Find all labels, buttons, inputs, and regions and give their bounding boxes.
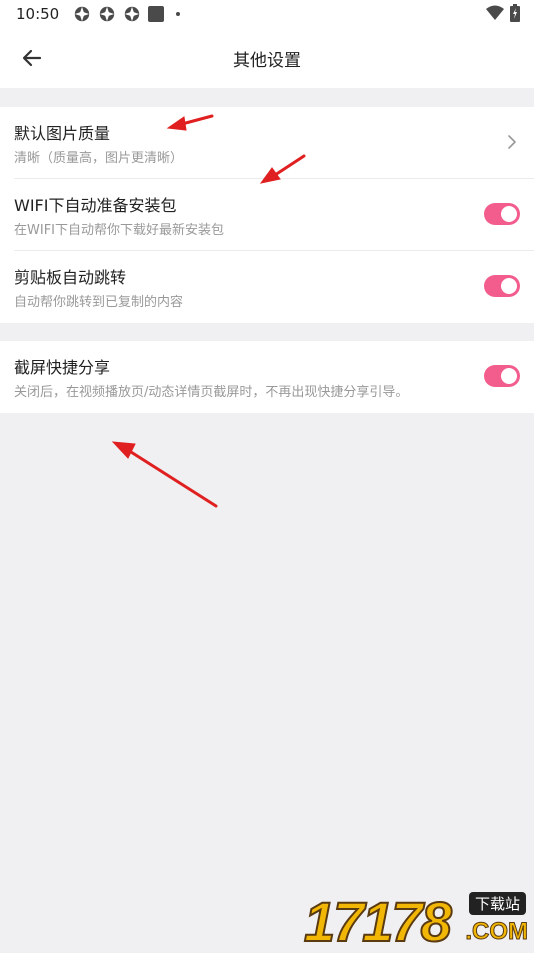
- setting-wifi-auto-download[interactable]: WIFI下自动准备安装包 在WIFI下自动帮你下载好最新安装包: [0, 179, 534, 251]
- setting-clipboard-jump[interactable]: 剪贴板自动跳转 自动帮你跳转到已复制的内容: [0, 251, 534, 323]
- setting-image-quality[interactable]: 默认图片质量 清晰（质量高，图片更清晰）: [0, 107, 534, 179]
- annotation-arrow-3-line: [129, 450, 218, 508]
- setting-subtitle: 在WIFI下自动帮你下载好最新安装包: [14, 223, 224, 238]
- wifi-icon: [486, 5, 504, 20]
- status-time: 10:50: [16, 5, 60, 23]
- watermark-digits: 17178: [303, 890, 453, 953]
- toggle-knob: [501, 368, 517, 384]
- app-notification-icon: [100, 6, 115, 22]
- toggle-knob: [501, 206, 517, 222]
- dot-icon: [176, 12, 181, 16]
- setting-title: 截屏快捷分享: [14, 358, 111, 377]
- setting-title: 默认图片质量: [14, 124, 111, 143]
- toggle-switch[interactable]: [484, 275, 520, 297]
- square-app-icon: [148, 6, 165, 22]
- settings-group-general: 默认图片质量 清晰（质量高，图片更清晰） WIFI下自动准备安装包 在WIFI下…: [0, 107, 534, 323]
- setting-title: 剪贴板自动跳转: [14, 268, 127, 287]
- setting-subtitle: 清晰（质量高，图片更清晰）: [14, 151, 184, 166]
- toggle-knob: [501, 278, 517, 294]
- battery-charging-icon: [510, 4, 520, 22]
- settings-group-screenshot: 截屏快捷分享 关闭后，在视频播放页/动态详情页截屏时，不再出现快捷分享引导。: [0, 341, 534, 413]
- toggle-switch[interactable]: [484, 203, 520, 225]
- setting-screenshot-share[interactable]: 截屏快捷分享 关闭后，在视频播放页/动态详情页截屏时，不再出现快捷分享引导。: [0, 341, 534, 413]
- status-bar: 10:50: [0, 0, 534, 28]
- status-right: [486, 4, 520, 22]
- app-notification-icon: [125, 6, 140, 22]
- app-bar: 其他设置: [0, 28, 534, 88]
- watermark-badge: 下载站: [468, 892, 526, 915]
- setting-subtitle: 关闭后，在视频播放页/动态详情页截屏时，不再出现快捷分享引导。: [14, 385, 409, 400]
- setting-title: WIFI下自动准备安装包: [14, 196, 177, 215]
- arrow-left-icon[interactable]: [18, 44, 46, 72]
- notification-icons: [73, 5, 181, 23]
- page-title: 其他设置: [233, 50, 301, 71]
- watermark-suffix: .COM: [465, 918, 529, 946]
- toggle-switch[interactable]: [484, 365, 520, 387]
- setting-subtitle: 自动帮你跳转到已复制的内容: [14, 295, 184, 310]
- chevron-right-icon[interactable]: [506, 133, 518, 151]
- annotation-arrow-3-head: [111, 441, 136, 459]
- app-notification-icon: [75, 6, 90, 22]
- watermark-logo: 17178 下载站 .COM: [303, 890, 530, 953]
